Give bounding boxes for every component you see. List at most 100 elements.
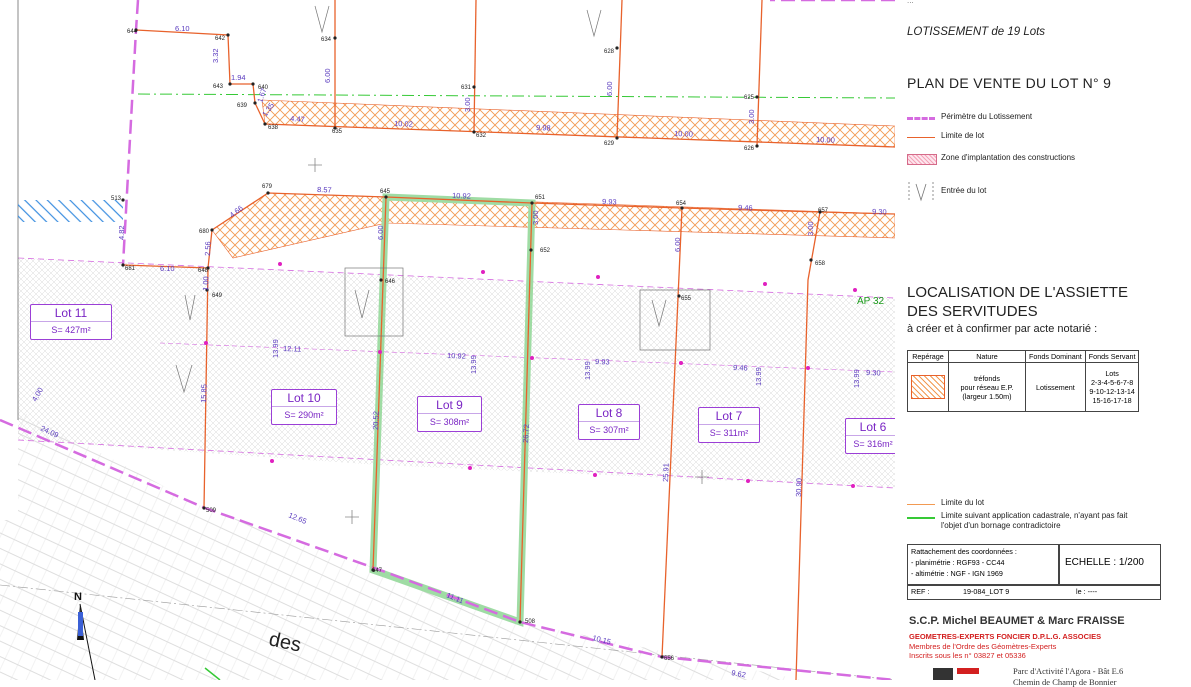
lot-area: S= 307m² bbox=[589, 425, 629, 435]
dimension-value: 6.00 bbox=[673, 237, 682, 252]
point-number: 631 bbox=[461, 85, 472, 91]
legend-label: Périmètre du Lotissement bbox=[941, 112, 1033, 121]
lot-name: Lot 11 bbox=[31, 305, 111, 322]
point-number: 654 bbox=[676, 201, 687, 207]
point-number: 625 bbox=[744, 95, 755, 101]
dimension-value: 13.99 bbox=[469, 355, 478, 374]
point-number: 639 bbox=[237, 103, 248, 109]
lot-label-box: Lot 11 S= 427m² bbox=[30, 304, 112, 340]
dimension-value: 6.00 bbox=[376, 225, 385, 240]
easement-symbol-cell bbox=[907, 362, 949, 412]
dimension-value: 8.57 bbox=[317, 185, 332, 195]
perimeter-left bbox=[121, 0, 140, 266]
lot-area: S= 290m² bbox=[284, 410, 324, 420]
legend-label: Entrée du lot bbox=[941, 186, 987, 195]
dimension-value: 9.30 bbox=[866, 368, 881, 378]
dimension-value: 9.93 bbox=[595, 357, 610, 367]
point-number: 652 bbox=[540, 248, 551, 254]
firm-address2: Chemin de Champ de Bonnier bbox=[1013, 677, 1117, 687]
dimension-value: 1.94 bbox=[231, 73, 246, 82]
lot-label-box: Lot 7 S= 311m² bbox=[698, 407, 760, 443]
point-number: 648 bbox=[198, 268, 209, 274]
building-zone-symbol bbox=[907, 154, 937, 165]
point-number: 626 bbox=[744, 146, 755, 152]
dimension-value: 9.93 bbox=[602, 197, 617, 207]
easement-title-2: DES SERVITUDES bbox=[907, 303, 1038, 320]
subdivision-title: LOTISSEMENT de 19 Lots bbox=[907, 26, 1046, 38]
dimension-value: 1.00 bbox=[201, 276, 211, 291]
lot-name: Lot 8 bbox=[579, 405, 639, 422]
dimension-value: 13.99 bbox=[583, 361, 592, 380]
point-number: 644 bbox=[127, 29, 138, 35]
lot-limit-symbol bbox=[907, 137, 935, 138]
lot-name: Lot 6 bbox=[846, 419, 895, 436]
dimension-value: 6.00 bbox=[323, 68, 332, 83]
header-partial: ... bbox=[907, 0, 914, 5]
dimension-value: 9.46 bbox=[733, 363, 748, 373]
easement-subtitle: à créer et à confirmer par acte notarié … bbox=[907, 323, 1098, 335]
coord-title: Rattachement des coordonnées : bbox=[911, 547, 1017, 556]
point-number: 628 bbox=[604, 49, 615, 55]
lot-name: Lot 9 bbox=[418, 397, 481, 414]
point-number: 649 bbox=[212, 293, 223, 299]
servant-line: 15-16-17-18 bbox=[1092, 396, 1132, 405]
ref-date: le : ---- bbox=[1076, 587, 1098, 596]
point-number: 646 bbox=[385, 279, 396, 285]
dimension-value: 9.46 bbox=[738, 203, 753, 213]
ref-label: REF : bbox=[911, 587, 930, 596]
nature-line: tréfonds bbox=[974, 373, 1000, 383]
dimension-value: 6.00 bbox=[605, 81, 614, 96]
legend-label: Limite suivant application cadastrale, n… bbox=[941, 511, 1128, 520]
nature-line: pour réseau E.P. bbox=[960, 382, 1014, 392]
ref-box: REF : 19-084_LOT 9 le : ---- bbox=[907, 584, 1161, 600]
servant-cell: Lots 2-3-4-5-6-7-8 9-10-12-13-14 15-16-1… bbox=[1084, 362, 1140, 412]
easement-band bbox=[18, 258, 895, 488]
dimension-value: 10.92 bbox=[452, 191, 471, 201]
point-number: 645 bbox=[380, 189, 391, 195]
lot-area: S= 427m² bbox=[51, 325, 91, 335]
legend-label: Limite du lot bbox=[941, 498, 985, 507]
cadastral-symbol bbox=[907, 517, 935, 519]
dimension-value: 13.99 bbox=[271, 339, 280, 358]
lot-name: Lot 10 bbox=[272, 390, 336, 407]
plan-drawing: 644642643 6406396386346356316326286296256… bbox=[0, 0, 895, 680]
point-number: 656 bbox=[664, 656, 675, 662]
lot-name: Lot 7 bbox=[699, 408, 759, 425]
easement-title-1: LOCALISATION DE L'ASSIETTE bbox=[907, 284, 1128, 301]
svg-text:N: N bbox=[74, 591, 82, 603]
point-number: 513 bbox=[111, 196, 122, 202]
dimension-value: 13.99 bbox=[852, 369, 861, 388]
servant-line: 2-3-4-5-6-7-8 bbox=[1090, 378, 1134, 387]
dimension-value: 3.00 bbox=[463, 97, 472, 112]
point-number: 634 bbox=[321, 37, 332, 43]
dimension-value: 15.85 bbox=[199, 384, 209, 403]
hatch-symbol bbox=[911, 375, 945, 399]
point-number: 638 bbox=[268, 125, 279, 131]
scale-box: ECHELLE : 1/200 bbox=[1058, 544, 1161, 586]
dimension-value: 10.00 bbox=[674, 129, 693, 139]
dimension-value: 2.56 bbox=[203, 241, 213, 256]
lot-entry-symbol bbox=[908, 182, 934, 202]
point-number: 681 bbox=[125, 266, 136, 272]
ref-value: 19-084_LOT 9 bbox=[963, 587, 1010, 596]
dimension-value: 13.99 bbox=[754, 367, 763, 386]
dimension-value: 12.65 bbox=[287, 511, 308, 526]
col-header: Fonds Servant bbox=[1084, 350, 1140, 363]
dimension-value: 6.10 bbox=[160, 264, 175, 273]
lot-area: S= 316m² bbox=[853, 439, 893, 449]
lot-label-box: Lot 10 S= 290m² bbox=[271, 389, 337, 425]
coord-planimetry: - planimétrie : RGF93 - CC44 bbox=[911, 558, 1005, 567]
main-building-zone bbox=[211, 192, 895, 259]
dimension-value: 10.02 bbox=[394, 119, 413, 129]
dimension-value: 26.72 bbox=[521, 424, 531, 443]
perimeter-symbol bbox=[907, 117, 935, 120]
lot-label-box: Lot 6 S= 316m² bbox=[845, 418, 895, 454]
legend-label: Zone d'implantation des constructions bbox=[941, 153, 1076, 162]
blue-hatch bbox=[18, 200, 123, 222]
dominant-cell: Lotissement bbox=[1025, 362, 1086, 412]
point-number: 632 bbox=[476, 133, 487, 139]
firm-line3: Inscrits sous les n° 03827 et 05336 bbox=[909, 651, 1026, 660]
dimension-value: 25.91 bbox=[661, 463, 671, 482]
nature-cell: tréfonds pour réseau E.P. (largeur 1.50m… bbox=[948, 362, 1026, 412]
point-number: 509 bbox=[206, 508, 217, 514]
